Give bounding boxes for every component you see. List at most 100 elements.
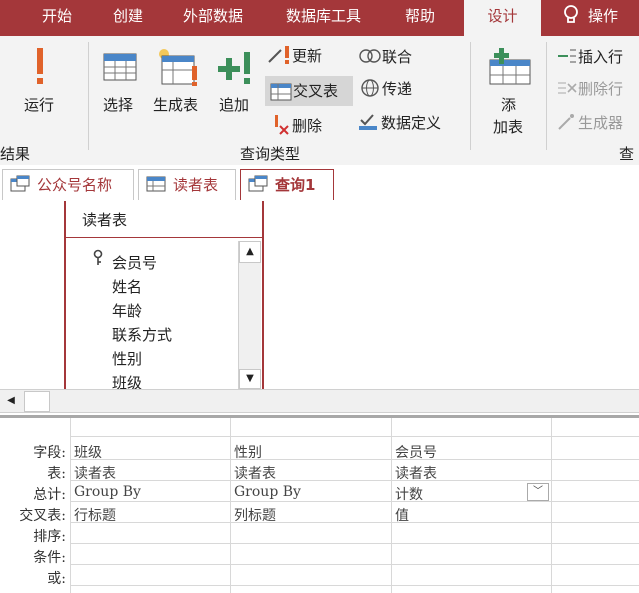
field-item[interactable]: 会员号 <box>112 252 157 273</box>
grid-cell-total[interactable]: Group By <box>234 484 301 500</box>
delete-query-icon <box>275 115 289 135</box>
delete-label: 删除 <box>292 117 323 135</box>
grid-line <box>70 418 71 593</box>
grid-cell-field[interactable]: 性别 <box>234 442 262 462</box>
scroll-down-arrow-icon[interactable]: ▼ <box>239 369 261 389</box>
query-setup-group-label: 查 <box>619 145 635 163</box>
add-table-label-2: 加表 <box>493 118 524 136</box>
data-definition-icon <box>359 114 377 130</box>
grid-cell-crosstab[interactable]: 列标题 <box>234 505 276 525</box>
builder-button[interactable]: 生成器 <box>556 112 623 138</box>
select-query-button[interactable] <box>100 48 140 88</box>
field-item[interactable]: 年龄 <box>112 300 142 321</box>
passthrough-button[interactable]: 传递 <box>360 78 412 104</box>
field-item[interactable]: 姓名 <box>112 276 142 297</box>
field-item[interactable]: 联系方式 <box>112 324 172 345</box>
field-item[interactable]: 性别 <box>112 348 142 369</box>
delete-row-button[interactable]: 删除行 <box>556 78 623 104</box>
delete-query-button[interactable]: 删除 <box>272 114 322 140</box>
grid-cell-total[interactable]: Group By <box>74 484 141 500</box>
document-tabs: 公众号名称 读者表 查询1 <box>0 165 639 202</box>
data-definition-button[interactable]: 数据定义 <box>357 112 441 138</box>
results-group-label: 结果 <box>0 145 31 163</box>
make-table-button[interactable] <box>156 46 200 90</box>
group-separator <box>470 42 471 150</box>
tab-help[interactable]: 帮助 <box>405 0 435 36</box>
row-label-crosstab: 交叉表: <box>19 508 66 524</box>
grid-line <box>230 418 231 593</box>
doc-tab-gongzhonghao[interactable]: 公众号名称 <box>2 169 134 200</box>
scroll-left-arrow-icon[interactable]: ◀ <box>0 390 22 412</box>
grid-line <box>70 480 639 481</box>
grid-line <box>391 418 392 593</box>
union-icon <box>359 49 381 63</box>
row-label-field: 字段: <box>33 445 66 461</box>
scroll-thumb[interactable] <box>24 391 50 412</box>
grid-line <box>70 585 639 586</box>
grid-line <box>70 543 639 544</box>
crosstab-button[interactable]: 交叉表 <box>265 76 353 106</box>
crosstab-icon <box>270 83 292 101</box>
grid-line <box>70 501 639 502</box>
field-list-scrollbar[interactable]: ▲ ▼ <box>238 241 261 389</box>
append-button[interactable] <box>216 48 256 88</box>
total-dropdown-chevron-icon[interactable]: ﹀ <box>527 483 549 501</box>
grid-cell-table[interactable]: 读者表 <box>234 463 276 483</box>
group-separator <box>88 42 89 150</box>
add-table-icon <box>489 48 531 85</box>
insert-row-icon <box>558 49 576 63</box>
grid-line <box>551 418 552 593</box>
make-table-icon <box>159 49 197 86</box>
update-button[interactable]: 更新 <box>266 44 322 70</box>
tab-create[interactable]: 创建 <box>113 0 143 36</box>
tab-external-data[interactable]: 外部数据 <box>183 0 243 36</box>
ribbon-tab-bar: 开始 创建 外部数据 数据库工具 帮助 设计 操作 <box>0 0 639 36</box>
grid-column-selector-row[interactable] <box>70 418 639 437</box>
field-list-table[interactable]: 读者表 会员号 姓名 年龄 联系方式 性别 班级 ▲ ▼ <box>64 201 264 392</box>
grid-cell-table[interactable]: 读者表 <box>74 463 116 483</box>
union-label: 联合 <box>382 48 413 66</box>
key-icon <box>93 249 103 265</box>
tab-tell-me[interactable]: 操作 <box>562 0 618 36</box>
grid-cell-crosstab[interactable]: 行标题 <box>74 505 116 525</box>
append-plus-icon <box>218 52 250 84</box>
append-label: 追加 <box>219 96 250 114</box>
tab-home[interactable]: 开始 <box>42 0 72 36</box>
table-icon <box>146 176 166 192</box>
add-table-label-1: 添 <box>501 96 517 114</box>
wand-icon <box>558 114 574 130</box>
crosstab-label: 交叉表 <box>293 82 339 100</box>
union-button[interactable]: 联合 <box>358 46 412 72</box>
query-icon <box>248 175 268 192</box>
scroll-up-arrow-icon[interactable]: ▲ <box>239 241 261 263</box>
grid-cell-field[interactable]: 会员号 <box>395 442 437 462</box>
tab-database-tools[interactable]: 数据库工具 <box>286 0 361 36</box>
insert-row-button[interactable]: 插入行 <box>556 46 623 72</box>
tab-design[interactable]: 设计 <box>464 0 541 36</box>
grid-cell-crosstab[interactable]: 值 <box>395 505 409 525</box>
grid-line <box>70 459 639 460</box>
group-separator <box>546 42 547 150</box>
grid-cell-total[interactable]: 计数 <box>395 484 423 504</box>
insert-row-label: 插入行 <box>578 48 624 66</box>
data-definition-label: 数据定义 <box>381 114 442 132</box>
design-horizontal-scrollbar[interactable]: ◀ <box>0 389 639 413</box>
builder-label: 生成器 <box>578 114 624 132</box>
tell-me-label: 操作 <box>588 7 619 25</box>
grid-row-labels: 字段: 表: 总计: 交叉表: 排序: 条件: 或: <box>0 418 66 593</box>
doc-tab-readers[interactable]: 读者表 <box>138 169 236 200</box>
run-button[interactable] <box>20 42 60 92</box>
delete-row-icon <box>558 82 577 94</box>
run-label: 运行 <box>24 96 55 114</box>
add-table-button[interactable] <box>486 46 534 86</box>
delete-row-label: 删除行 <box>578 80 624 98</box>
grid-cell-table[interactable]: 读者表 <box>395 463 437 483</box>
doc-tab-label: 查询1 <box>275 176 316 194</box>
update-label: 更新 <box>292 47 323 65</box>
row-label-criteria: 条件: <box>33 550 66 566</box>
pencil-exclaim-icon <box>268 46 289 64</box>
grid-cell-field[interactable]: 班级 <box>74 442 102 462</box>
doc-tab-query1[interactable]: 查询1 <box>240 169 334 200</box>
lightbulb-icon <box>564 5 578 23</box>
row-label-total: 总计: <box>33 487 66 503</box>
